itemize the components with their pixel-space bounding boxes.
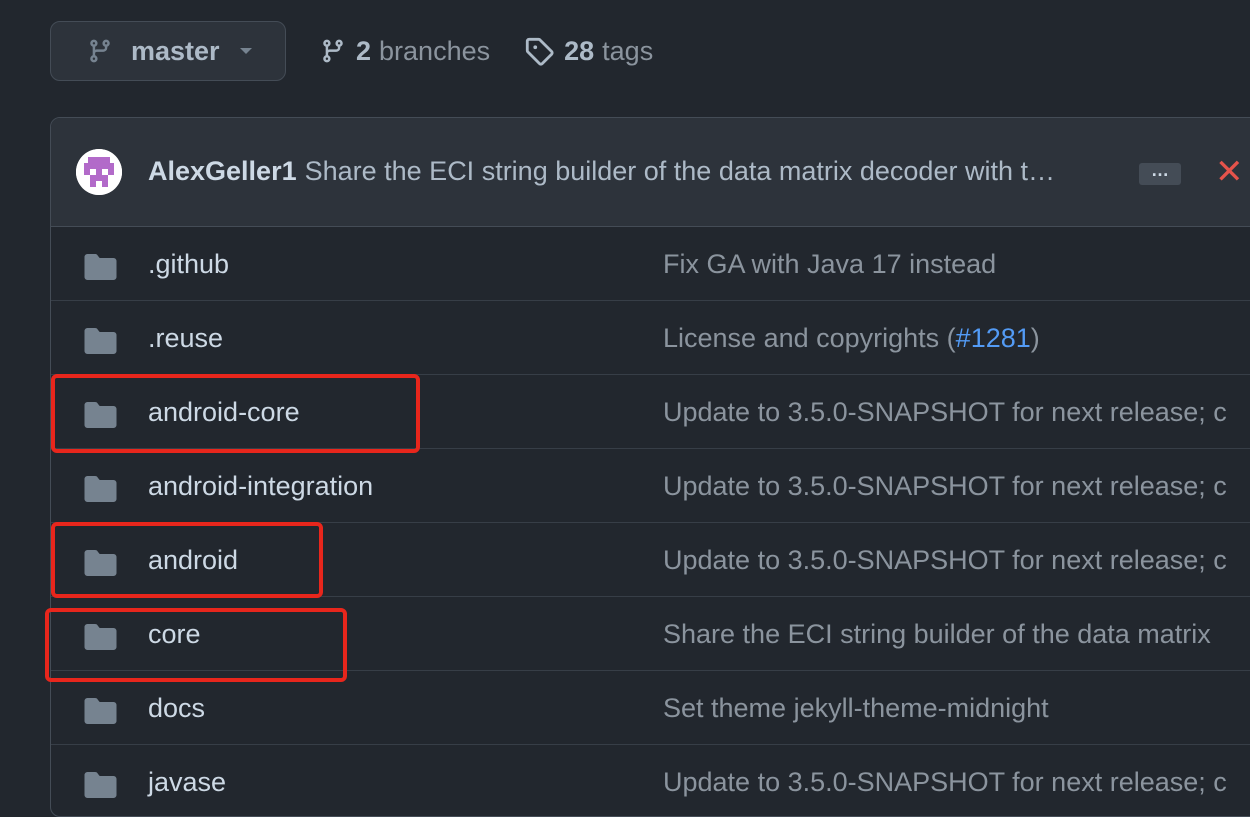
- folder-icon: [84, 550, 117, 576]
- file-commit-message[interactable]: Update to 3.5.0-SNAPSHOT for next releas…: [663, 545, 1227, 576]
- file-row[interactable]: javase Update to 3.5.0-SNAPSHOT for next…: [51, 745, 1250, 816]
- branches-count: 2: [356, 35, 372, 66]
- latest-commit-bar: AlexGeller1 Share the ECI string builder …: [51, 118, 1250, 227]
- commit-message-text: ): [1030, 323, 1040, 353]
- file-row[interactable]: core Share the ECI string builder of the…: [51, 597, 1250, 671]
- branches-label: branches: [379, 35, 491, 66]
- folder-icon: [84, 772, 117, 798]
- folder-icon: [84, 402, 117, 428]
- file-name[interactable]: javase: [148, 767, 226, 798]
- file-row[interactable]: android-core Update to 3.5.0-SNAPSHOT fo…: [51, 375, 1250, 449]
- file-commit-message[interactable]: License and copyrights (#1281): [663, 323, 1040, 354]
- commit-author[interactable]: AlexGeller1: [148, 156, 297, 186]
- file-commit-message[interactable]: Update to 3.5.0-SNAPSHOT for next releas…: [663, 397, 1227, 428]
- file-name[interactable]: core: [148, 619, 201, 650]
- commit-summary: AlexGeller1 Share the ECI string builder …: [148, 156, 1055, 187]
- file-row[interactable]: android Update to 3.5.0-SNAPSHOT for nex…: [51, 523, 1250, 597]
- folder-icon: [84, 328, 117, 354]
- file-row[interactable]: .github Fix GA with Java 17 instead: [51, 227, 1250, 301]
- folder-icon: [84, 254, 117, 280]
- file-commit-message[interactable]: Set theme jekyll-theme-midnight: [663, 693, 1049, 724]
- file-name[interactable]: docs: [148, 693, 205, 724]
- tags-label: tags: [602, 35, 654, 66]
- repo-toolbar: master 2 branches 28 tags: [50, 20, 653, 82]
- failed-status-icon[interactable]: ✕: [1215, 154, 1244, 190]
- file-commit-message[interactable]: Share the ECI string builder of the data…: [663, 619, 1211, 650]
- identicon-icon: [76, 149, 122, 195]
- file-row[interactable]: docs Set theme jekyll-theme-midnight: [51, 671, 1250, 745]
- file-row[interactable]: .reuse License and copyrights (#1281): [51, 301, 1250, 375]
- file-name[interactable]: android-core: [148, 397, 300, 428]
- git-branch-icon: [90, 39, 110, 63]
- avatar[interactable]: [76, 149, 122, 195]
- branch-name: master: [131, 35, 220, 66]
- file-name[interactable]: .github: [148, 249, 229, 280]
- file-row[interactable]: android-integration Update to 3.5.0-SNAP…: [51, 449, 1250, 523]
- tag-icon: [525, 37, 554, 66]
- commit-message[interactable]: Share the ECI string builder of the data…: [305, 156, 1055, 186]
- branches-link[interactable]: 2 branches: [320, 36, 490, 67]
- folder-icon: [84, 698, 117, 724]
- tags-count: 28: [564, 35, 595, 66]
- folder-icon: [84, 476, 117, 502]
- git-branch-icon: [323, 39, 343, 63]
- folder-icon: [84, 624, 117, 650]
- tags-link[interactable]: 28 tags: [524, 36, 653, 67]
- file-commit-message[interactable]: Update to 3.5.0-SNAPSHOT for next releas…: [663, 471, 1227, 502]
- pull-request-link[interactable]: #1281: [956, 323, 1031, 353]
- file-name[interactable]: .reuse: [148, 323, 223, 354]
- caret-down-icon: [239, 48, 252, 54]
- expand-commit-button[interactable]: …: [1139, 161, 1181, 185]
- branch-select-button[interactable]: master: [50, 21, 286, 81]
- file-browser: AlexGeller1 Share the ECI string builder …: [50, 117, 1250, 817]
- file-commit-message[interactable]: Fix GA with Java 17 instead: [663, 249, 996, 280]
- file-name[interactable]: android-integration: [148, 471, 373, 502]
- file-name[interactable]: android: [148, 545, 238, 576]
- commit-message-text: License and copyrights (: [663, 323, 956, 353]
- file-commit-message[interactable]: Update to 3.5.0-SNAPSHOT for next releas…: [663, 767, 1227, 798]
